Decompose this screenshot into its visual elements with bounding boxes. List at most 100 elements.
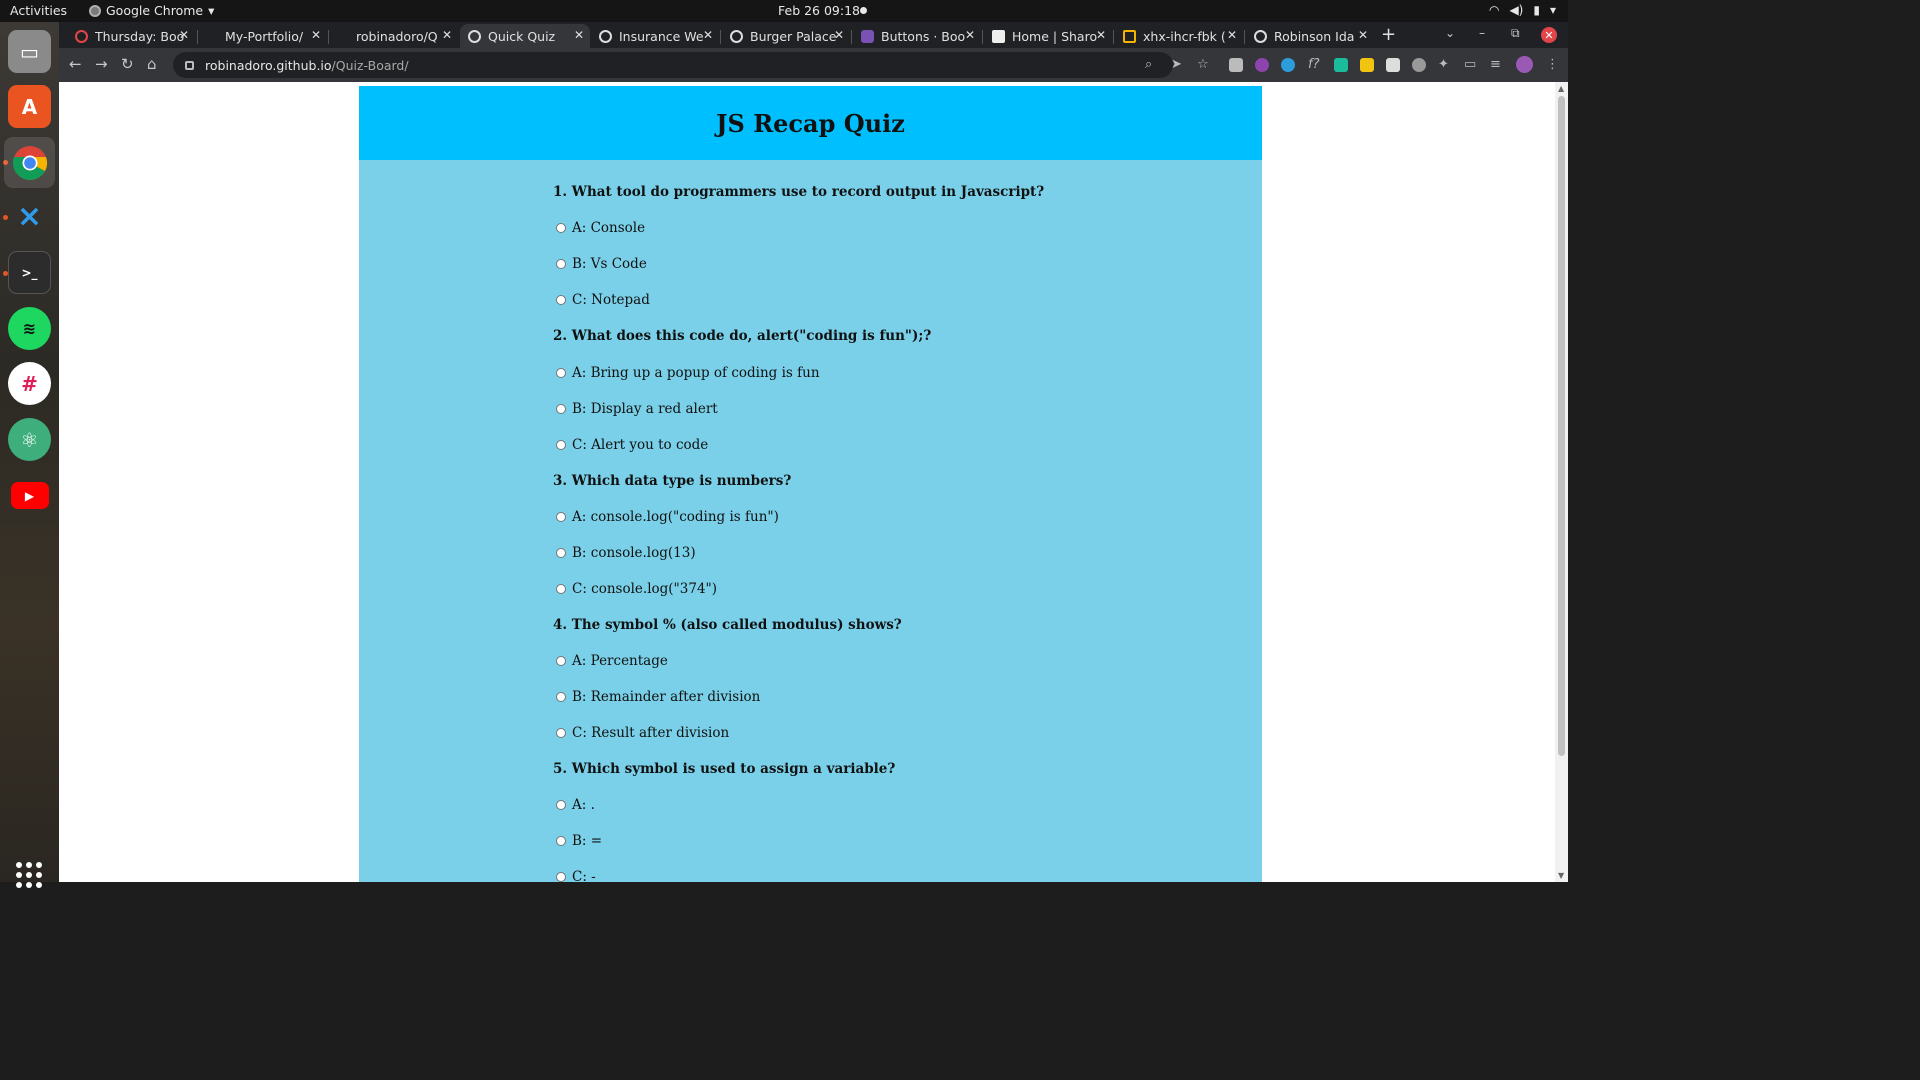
answer-option[interactable]: C: console.log("374") (556, 581, 717, 597)
t-extension-icon[interactable] (1360, 58, 1374, 72)
forward-icon[interactable]: → (95, 55, 108, 73)
system-tray[interactable]: ◠ ◀) ▮ ▾ (1489, 3, 1556, 17)
close-icon[interactable]: ✕ (311, 28, 321, 42)
close-icon[interactable]: ✕ (179, 28, 189, 42)
menu-kebab-icon[interactable]: ⋮ (1546, 57, 1559, 72)
scroll-down-icon[interactable]: ▼ (1558, 871, 1564, 880)
scrollbar-thumb[interactable] (1558, 96, 1565, 756)
lock-icon (185, 60, 194, 70)
radio-button[interactable] (556, 440, 566, 450)
drop-extension-icon[interactable] (1281, 58, 1295, 72)
close-icon[interactable]: ✕ (442, 28, 452, 42)
radio-button[interactable] (556, 836, 566, 846)
close-icon[interactable]: ✕ (1227, 28, 1237, 42)
answer-option[interactable]: C: Result after division (556, 725, 729, 741)
show-apps-icon[interactable] (16, 862, 42, 888)
answer-option[interactable]: A: console.log("coding is fun") (556, 509, 779, 525)
answer-option[interactable]: C: Alert you to code (556, 437, 708, 453)
formula-extension-icon[interactable]: f? (1308, 57, 1319, 72)
radio-button[interactable] (556, 368, 566, 378)
youtube-icon[interactable]: ▶ (8, 474, 51, 517)
radio-button[interactable] (556, 548, 566, 558)
terminal-icon[interactable]: >_ (8, 251, 51, 294)
spotify-icon[interactable]: ≋ (8, 307, 51, 350)
send-icon[interactable]: ➤ (1171, 57, 1182, 72)
tab[interactable]: My-Portfolio/ ✕ (199, 24, 327, 48)
answer-option[interactable]: A: Percentage (556, 653, 668, 669)
media-queue-icon[interactable]: ≡ (1490, 57, 1501, 72)
slack-icon[interactable]: # (8, 362, 51, 405)
camera-extension-icon[interactable] (1229, 58, 1243, 72)
tab-search-icon[interactable]: ⌄ (1445, 26, 1455, 40)
files-icon[interactable]: ▭ (8, 30, 51, 73)
zoom-icon[interactable]: ⌕ (1145, 57, 1152, 72)
tab[interactable]: Robinson Ida ✕ (1246, 24, 1374, 48)
radio-button[interactable] (556, 295, 566, 305)
close-icon[interactable]: ✕ (703, 28, 713, 42)
tab[interactable]: Buttons · Boo ✕ (853, 24, 981, 48)
vscode-icon[interactable]: ⨯ (8, 195, 51, 238)
page-scrollbar[interactable]: ▲ ▼ (1555, 82, 1568, 882)
browser-window: Thursday: Boo ✕ My-Portfolio/ ✕ robinado… (59, 22, 1568, 82)
radio-button[interactable] (556, 223, 566, 233)
tab[interactable]: Burger Palace ✕ (722, 24, 850, 48)
tab-divider (982, 30, 983, 44)
restore-icon[interactable]: ⧉ (1511, 26, 1520, 41)
answer-option[interactable]: B: Display a red alert (556, 401, 718, 417)
activities-button[interactable]: Activities (10, 3, 67, 18)
minimize-icon[interactable]: – (1479, 26, 1485, 40)
answer-option[interactable]: B: Vs Code (556, 256, 647, 272)
address-bar[interactable]: robinadoro.github.io/Quiz-Board/ (173, 52, 1173, 78)
answer-option[interactable]: B: console.log(13) (556, 545, 696, 561)
tab[interactable]: Insurance We ✕ (591, 24, 719, 48)
tab[interactable]: xhx-ihcr-fbk ( ✕ (1115, 24, 1243, 48)
tab-active[interactable]: Quick Quiz ✕ (460, 24, 590, 48)
radio-button[interactable] (556, 728, 566, 738)
radio-button[interactable] (556, 584, 566, 594)
profile-avatar[interactable] (1516, 56, 1533, 73)
scroll-up-icon[interactable]: ▲ (1558, 84, 1564, 93)
circle-extension-icon[interactable] (1412, 58, 1426, 72)
answer-label: C: console.log("374") (572, 581, 718, 597)
battery-icon: ▮ (1533, 3, 1540, 17)
answer-option[interactable]: A: Console (556, 220, 645, 236)
answer-option[interactable]: B: Remainder after division (556, 689, 760, 705)
window-close-icon[interactable]: ✕ (1541, 27, 1557, 43)
new-tab-button[interactable]: + (1381, 24, 1396, 45)
app-store-icon[interactable]: A (8, 85, 51, 128)
tab[interactable]: robinadoro/Q ✕ (330, 24, 458, 48)
cast-icon[interactable]: ▭ (1464, 57, 1476, 72)
radio-button[interactable] (556, 800, 566, 810)
radio-button[interactable] (556, 404, 566, 414)
app-menu[interactable]: Google Chrome ▾ (89, 3, 214, 18)
leaf-extension-icon[interactable] (1334, 58, 1348, 72)
color-extension-icon[interactable] (1255, 58, 1269, 72)
bookmark-star-icon[interactable]: ☆ (1197, 57, 1209, 72)
close-icon[interactable]: ✕ (834, 28, 844, 42)
chrome-icon[interactable] (4, 137, 55, 188)
close-icon[interactable]: ✕ (1096, 28, 1106, 42)
home-icon[interactable]: ⌂ (147, 55, 157, 73)
radio-button[interactable] (556, 512, 566, 522)
tab[interactable]: Home | Sharo ✕ (984, 24, 1112, 48)
radio-button[interactable] (556, 259, 566, 269)
radio-button[interactable] (556, 872, 566, 882)
back-icon[interactable]: ← (69, 55, 82, 73)
answer-option[interactable]: C: - (556, 869, 596, 882)
extensions-puzzle-icon[interactable]: ✦ (1438, 57, 1449, 72)
page-title: JS Recap Quiz (716, 108, 905, 138)
close-icon[interactable]: ✕ (965, 28, 975, 42)
answer-option[interactable]: C: Notepad (556, 292, 650, 308)
notes-extension-icon[interactable] (1386, 58, 1400, 72)
radio-button[interactable] (556, 656, 566, 666)
close-icon[interactable]: ✕ (1358, 28, 1368, 42)
radio-button[interactable] (556, 692, 566, 702)
answer-option[interactable]: B: = (556, 833, 602, 849)
clock[interactable]: Feb 26 09:18 (778, 3, 860, 18)
tab[interactable]: Thursday: Boo ✕ (67, 24, 195, 48)
answer-option[interactable]: A: . (556, 797, 595, 813)
atom-icon[interactable]: ⚛ (8, 418, 51, 461)
reload-icon[interactable]: ↻ (121, 55, 134, 73)
close-icon[interactable]: ✕ (574, 28, 584, 42)
answer-option[interactable]: A: Bring up a popup of coding is fun (556, 365, 820, 381)
